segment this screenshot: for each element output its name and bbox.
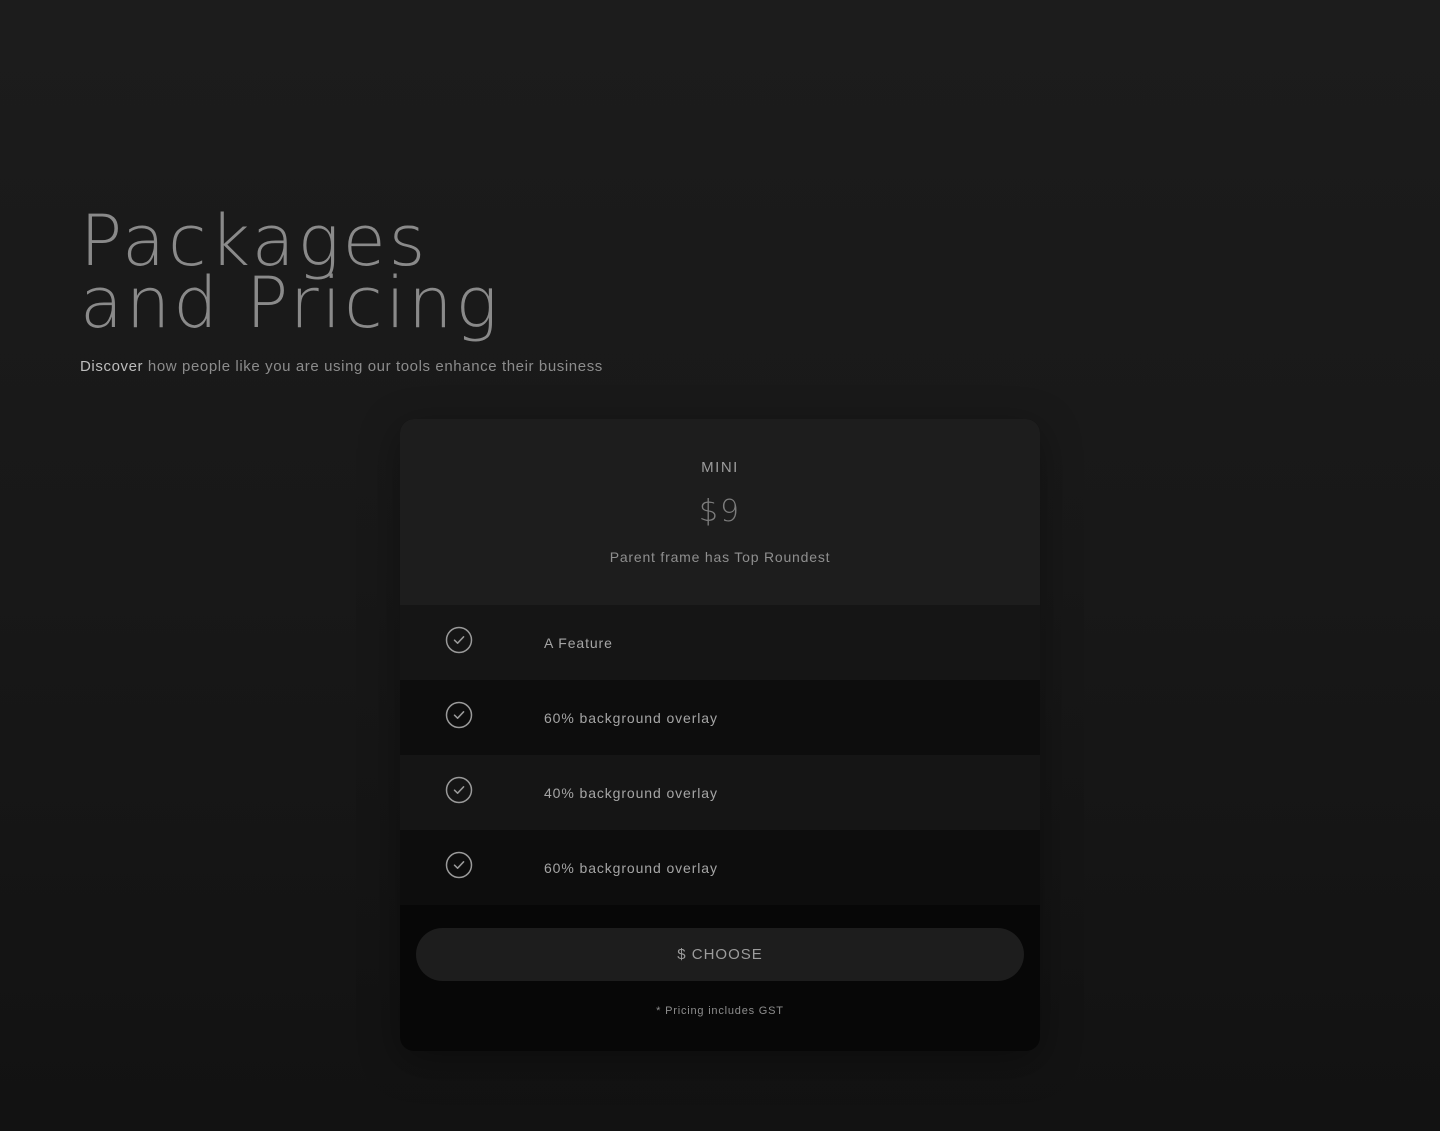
- feature-item: 60% background overlay: [400, 830, 1040, 905]
- page-title: Packages and Pricing: [80, 206, 603, 344]
- feature-label: 60% background overlay: [544, 710, 718, 726]
- choose-button[interactable]: $ CHOOSE: [416, 928, 1024, 981]
- tier-name: MINI: [701, 459, 739, 476]
- feature-label: 60% background overlay: [544, 860, 718, 876]
- feature-label: A Feature: [544, 635, 613, 651]
- feature-item: 40% background overlay: [400, 755, 1040, 830]
- tier-description: Parent frame has Top Roundest: [609, 549, 831, 565]
- check-circle-icon: [445, 851, 473, 879]
- hero-section: Packages and Pricing Discover how people…: [80, 206, 603, 375]
- subtitle-rest: how people like you are using our tools …: [143, 358, 603, 375]
- page-subtitle: Discover how people like you are using o…: [80, 358, 603, 375]
- feature-item: A Feature: [400, 605, 1040, 680]
- tier-price: $9: [698, 494, 742, 529]
- check-circle-icon: [445, 701, 473, 729]
- check-circle-icon: [445, 776, 473, 804]
- pricing-card: MINI $9 Parent frame has Top Roundest A …: [400, 419, 1040, 1051]
- page-title-line-2: and Pricing: [80, 262, 501, 344]
- check-circle-icon: [445, 626, 473, 654]
- subtitle-lead: Discover: [80, 358, 144, 375]
- feature-list: A Feature 60% background overlay 40% bac…: [400, 605, 1040, 905]
- feature-item: 60% background overlay: [400, 680, 1040, 755]
- feature-label: 40% background overlay: [544, 785, 718, 801]
- pricing-note: * Pricing includes GST: [656, 1005, 784, 1017]
- pricing-card-header: MINI $9 Parent frame has Top Roundest: [400, 419, 1040, 605]
